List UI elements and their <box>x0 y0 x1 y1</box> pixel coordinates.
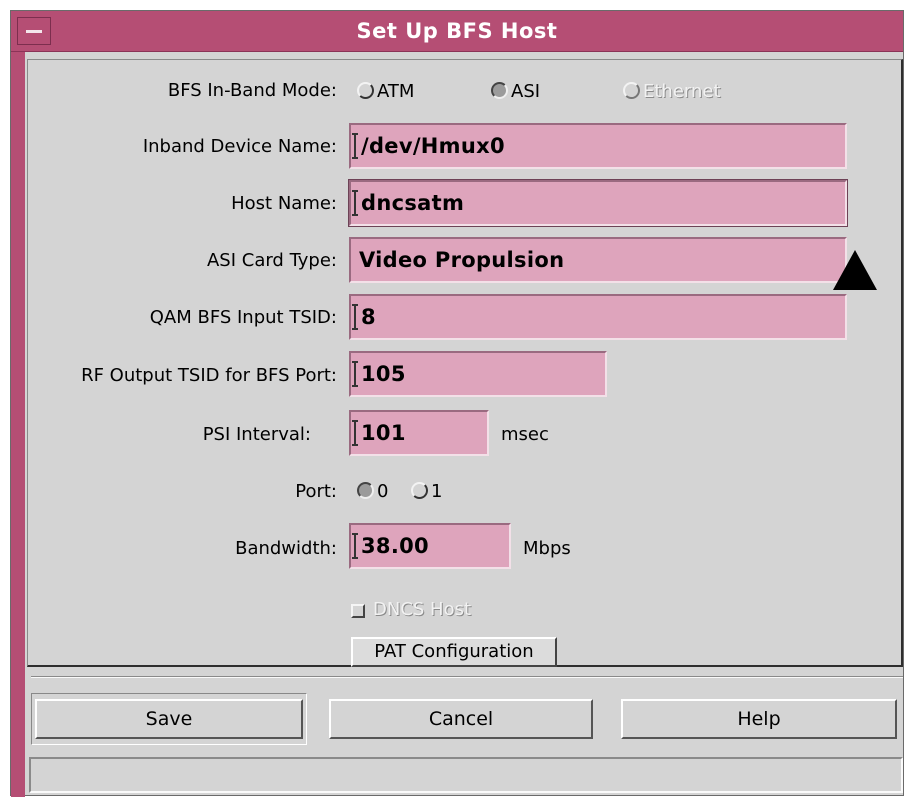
radio-port-1-icon[interactable] <box>411 482 428 499</box>
bfs-mode-option-asi[interactable]: ASI <box>491 81 540 102</box>
inband-device-label: Inband Device Name: <box>142 136 337 157</box>
window-title: Set Up BFS Host <box>356 19 558 43</box>
bandwidth-label: Bandwidth: <box>235 538 337 559</box>
bfs-mode-option-atm[interactable]: ATM <box>357 81 414 102</box>
bandwidth-unit: Mbps <box>523 538 571 559</box>
asi-card-type-value: Video Propulsion <box>359 248 565 272</box>
spinner-up-icon[interactable] <box>833 250 877 290</box>
psi-interval-unit: msec <box>501 424 549 445</box>
port-option-0[interactable]: 0 <box>357 481 388 502</box>
host-name-input[interactable]: dncsatm <box>348 179 848 227</box>
dialog-window: Set Up BFS Host BFS In-Band Mode: ATM AS… <box>10 10 904 797</box>
status-bar <box>29 757 903 793</box>
radio-port-1-label: 1 <box>431 481 443 502</box>
host-name-label: Host Name: <box>231 193 337 214</box>
cancel-button[interactable]: Cancel <box>329 699 593 739</box>
bfs-mode-label: BFS In-Band Mode: <box>167 80 337 101</box>
save-button[interactable]: Save <box>35 699 303 739</box>
qam-tsid-value: 8 <box>361 305 376 329</box>
bfs-mode-option-ethernet: Ethernet <box>623 81 721 102</box>
rf-tsid-value: 105 <box>361 362 406 386</box>
radio-port-0-icon[interactable] <box>357 482 374 499</box>
qam-tsid-input[interactable]: 8 <box>349 294 847 340</box>
psi-interval-value: 101 <box>361 421 406 445</box>
radio-ethernet-icon <box>623 82 640 99</box>
radio-asi-icon[interactable] <box>491 82 508 99</box>
inband-device-input[interactable]: /dev/Hmux0 <box>349 123 847 169</box>
psi-interval-label: PSI Interval: <box>202 424 311 445</box>
separator-highlight <box>31 677 903 678</box>
radio-asi-label: ASI <box>511 81 541 102</box>
qam-tsid-label: QAM BFS Input TSID: <box>149 307 337 328</box>
port-option-1[interactable]: 1 <box>411 481 442 502</box>
rf-tsid-input[interactable]: 105 <box>349 351 607 397</box>
pat-configuration-button[interactable]: PAT Configuration <box>351 637 557 667</box>
dncs-host-checkbox <box>351 604 365 618</box>
bandwidth-input[interactable]: 38.00 <box>349 523 511 569</box>
window-frame-left <box>11 11 25 797</box>
radio-ethernet-label: Ethernet <box>643 81 721 102</box>
port-label: Port: <box>295 481 337 502</box>
bandwidth-value: 38.00 <box>361 534 429 558</box>
asi-card-type-select[interactable]: Video Propulsion <box>349 237 847 283</box>
asi-card-type-label: ASI Card Type: <box>206 250 337 271</box>
inband-device-value: /dev/Hmux0 <box>361 134 505 158</box>
host-name-value: dncsatm <box>361 191 465 215</box>
rf-tsid-label: RF Output TSID for BFS Port: <box>81 365 337 386</box>
help-button[interactable]: Help <box>621 699 897 739</box>
radio-atm-icon[interactable] <box>357 82 374 99</box>
radio-port-0-label: 0 <box>377 481 389 502</box>
title-bar[interactable]: Set Up BFS Host <box>11 11 903 52</box>
dncs-host-label: DNCS Host <box>373 599 472 620</box>
psi-interval-input[interactable]: 101 <box>349 410 489 456</box>
radio-atm-label: ATM <box>377 81 415 102</box>
